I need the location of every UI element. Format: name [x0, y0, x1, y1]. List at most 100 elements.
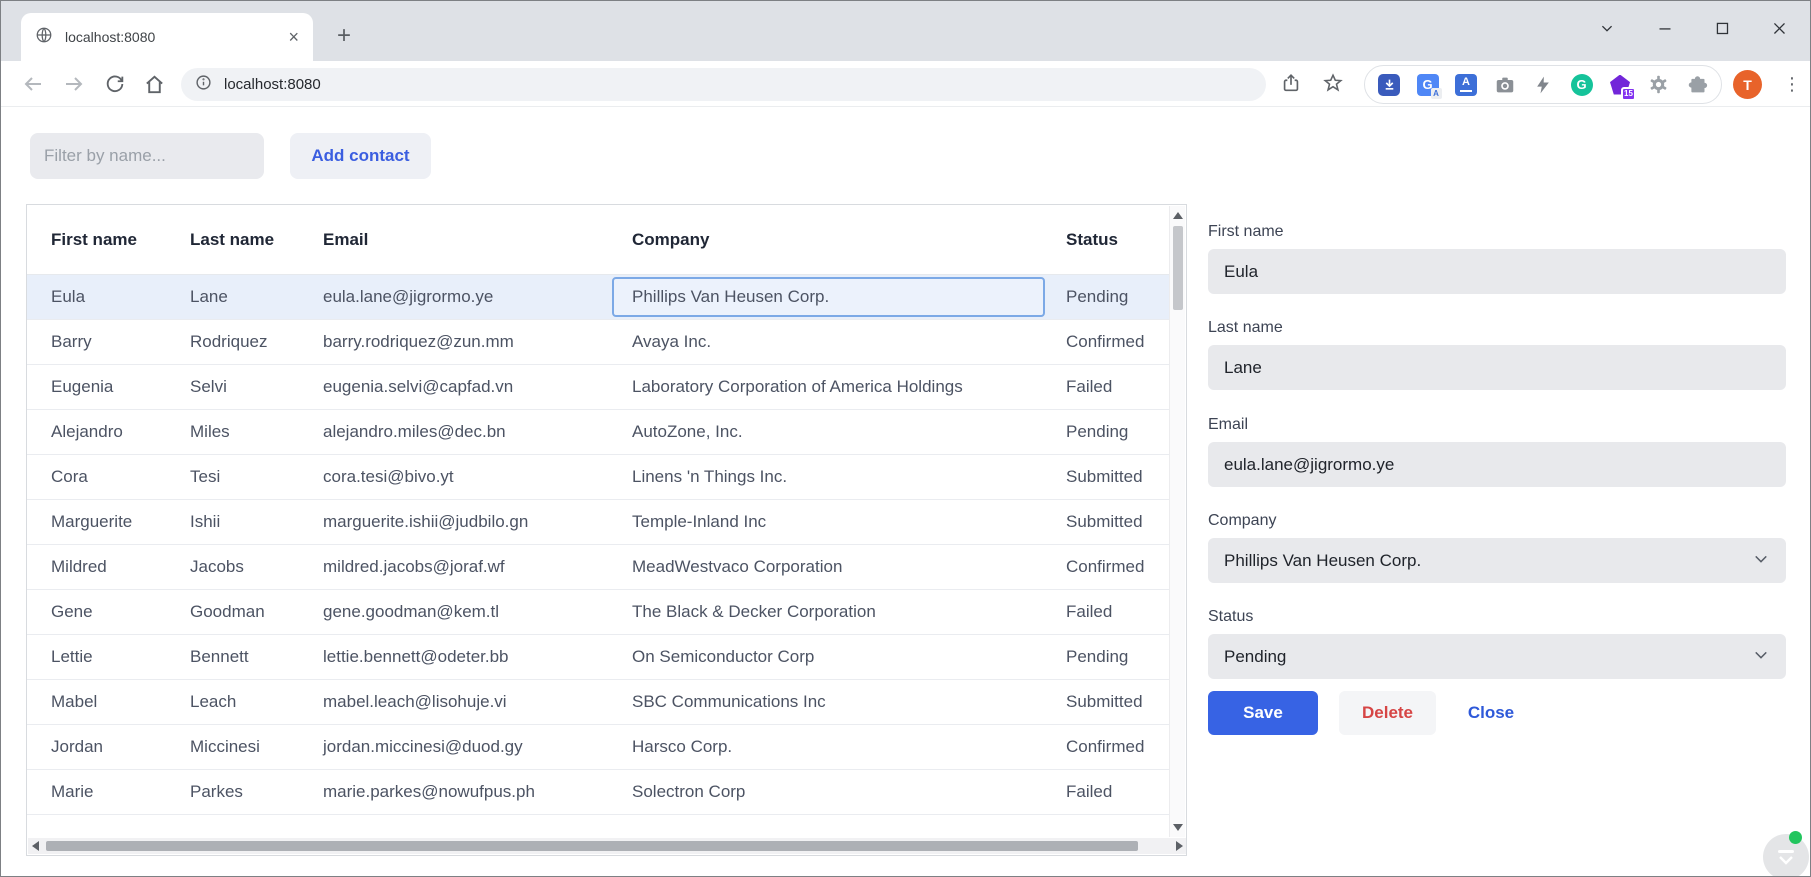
cell-last[interactable]: Rodriquez [190, 320, 323, 364]
browser-menu-icon[interactable]: ⋮ [1780, 71, 1804, 97]
cell-email[interactable]: marguerite.ishii@judbilo.gn [323, 500, 632, 544]
home-icon[interactable] [142, 72, 166, 96]
cell-status[interactable]: Confirmed [1066, 545, 1170, 589]
cell-first[interactable]: Marie [51, 770, 190, 814]
window-maximize-icon[interactable] [1707, 13, 1737, 43]
table-row[interactable]: Marguerite Ishii marguerite.ishii@judbilo.… [27, 500, 1170, 545]
scroll-up-arrow-icon[interactable] [1173, 212, 1183, 219]
table-row[interactable]: Alejandro Miles alejandro.miles@dec.bn Auto… [27, 410, 1170, 455]
cell-first[interactable]: Eula [51, 275, 190, 319]
cell-last[interactable]: Parkes [190, 770, 323, 814]
cell-status[interactable]: Pending [1066, 410, 1170, 454]
tab-close-icon[interactable]: × [288, 28, 299, 46]
delete-button[interactable]: Delete [1339, 691, 1436, 735]
add-contact-button[interactable]: Add contact [290, 133, 431, 179]
cell-status[interactable]: Confirmed [1066, 320, 1170, 364]
cell-email[interactable]: lettie.bennett@odeter.bb [323, 635, 632, 679]
table-row[interactable]: Eugenia Selvi eugenia.selvi@capfad.vn Labor… [27, 365, 1170, 410]
cell-first[interactable]: Mabel [51, 680, 190, 724]
cell-status[interactable]: Failed [1066, 770, 1170, 814]
cell-email[interactable]: jordan.miccinesi@duod.gy [323, 725, 632, 769]
vertical-scrollbar-thumb[interactable] [1173, 226, 1183, 310]
cell-email[interactable]: alejandro.miles@dec.bn [323, 410, 632, 454]
cell-last[interactable]: Jacobs [190, 545, 323, 589]
cell-first[interactable]: Alejandro [51, 410, 190, 454]
cell-status[interactable]: Submitted [1066, 455, 1170, 499]
cell-company[interactable]: Temple-Inland Inc [632, 500, 1066, 544]
cell-first[interactable]: Gene [51, 590, 190, 634]
share-icon[interactable] [1279, 71, 1303, 95]
devtools-widget[interactable] [1763, 834, 1809, 876]
cell-company[interactable]: MeadWestvaco Corporation [632, 545, 1066, 589]
download-extension-icon[interactable] [1377, 73, 1401, 97]
browser-tab[interactable]: localhost:8080 × [21, 13, 313, 61]
cell-last[interactable]: Selvi [190, 365, 323, 409]
cell-company[interactable]: On Semiconductor Corp [632, 635, 1066, 679]
grammarly-extension-icon[interactable]: G [1570, 73, 1594, 97]
cell-first[interactable]: Cora [51, 455, 190, 499]
cell-email[interactable]: marie.parkes@nowufpus.ph [323, 770, 632, 814]
table-row[interactable]: Barry Rodriquez barry.rodriquez@zun.mm Avay… [27, 320, 1170, 365]
cell-email[interactable]: eula.lane@jigrormo.ye [323, 275, 632, 319]
lightning-extension-icon[interactable] [1531, 73, 1555, 97]
cell-status[interactable]: Failed [1066, 590, 1170, 634]
camera-extension-icon[interactable] [1493, 73, 1517, 97]
filter-input[interactable] [30, 133, 264, 179]
cell-email[interactable]: barry.rodriquez@zun.mm [323, 320, 632, 364]
email-field[interactable] [1208, 442, 1786, 487]
cell-company[interactable]: Linens 'n Things Inc. [632, 455, 1066, 499]
cell-company[interactable]: Laboratory Corporation of America Holdin… [632, 365, 1066, 409]
cell-company[interactable]: The Black & Decker Corporation [632, 590, 1066, 634]
window-close-icon[interactable] [1764, 13, 1794, 43]
cell-first[interactable]: Marguerite [51, 500, 190, 544]
back-icon[interactable] [21, 72, 45, 96]
cell-email[interactable]: gene.goodman@kem.tl [323, 590, 632, 634]
table-row[interactable]: Jordan Miccinesi jordan.miccinesi@duod.gy H… [27, 725, 1170, 770]
window-minimize-icon[interactable] [1650, 13, 1680, 43]
close-button[interactable]: Close [1456, 691, 1526, 735]
cell-status[interactable]: Confirmed [1066, 725, 1170, 769]
cell-status[interactable]: Failed [1066, 365, 1170, 409]
table-row[interactable]: Cora Tesi cora.tesi@bivo.yt Linens 'n Thing… [27, 455, 1170, 500]
cell-company[interactable]: AutoZone, Inc. [632, 410, 1066, 454]
translate-extension-icon[interactable]: G A [1416, 73, 1442, 99]
cell-email[interactable]: eugenia.selvi@capfad.vn [323, 365, 632, 409]
cell-first[interactable]: Mildred [51, 545, 190, 589]
status-select[interactable]: Pending [1208, 634, 1786, 679]
scroll-right-arrow-icon[interactable] [1176, 841, 1183, 851]
cell-last[interactable]: Miles [190, 410, 323, 454]
gear-extension-icon[interactable] [1647, 73, 1671, 97]
cell-status[interactable]: Submitted [1066, 680, 1170, 724]
table-row[interactable]: Mabel Leach mabel.leach@lisohuje.vi SBC Com… [27, 680, 1170, 725]
cell-status[interactable]: Pending [1066, 275, 1170, 319]
cell-last[interactable]: Ishii [190, 500, 323, 544]
puzzle-extensions-icon[interactable] [1685, 73, 1709, 97]
cell-first[interactable]: Lettie [51, 635, 190, 679]
table-row[interactable]: Mildred Jacobs mildred.jacobs@joraf.wf Mead… [27, 545, 1170, 590]
address-bar[interactable]: localhost:8080 [181, 68, 1266, 101]
cell-last[interactable]: Bennett [190, 635, 323, 679]
reload-icon[interactable] [103, 72, 127, 96]
new-tab-button[interactable]: + [329, 21, 359, 51]
cell-first[interactable]: Eugenia [51, 365, 190, 409]
cell-email[interactable]: mabel.leach@lisohuje.vi [323, 680, 632, 724]
cell-last[interactable]: Tesi [190, 455, 323, 499]
table-row[interactable]: Lettie Bennett lettie.bennett@odeter.bb On … [27, 635, 1170, 680]
cell-first[interactable]: Barry [51, 320, 190, 364]
cell-last[interactable]: Goodman [190, 590, 323, 634]
cell-company[interactable]: Avaya Inc. [632, 320, 1066, 364]
profile-avatar[interactable]: T [1733, 70, 1762, 99]
cell-company[interactable]: Phillips Van Heusen Corp. [612, 275, 1066, 319]
cell-status[interactable]: Pending [1066, 635, 1170, 679]
company-select[interactable]: Phillips Van Heusen Corp. [1208, 538, 1786, 583]
last-name-field[interactable] [1208, 345, 1786, 390]
cell-first[interactable]: Jordan [51, 725, 190, 769]
cell-company[interactable]: Solectron Corp [632, 770, 1066, 814]
table-row[interactable]: Marie Parkes marie.parkes@nowufpus.ph Solec… [27, 770, 1170, 815]
table-row[interactable]: Gene Goodman gene.goodman@kem.tl The Black … [27, 590, 1170, 635]
cell-status[interactable]: Submitted [1066, 500, 1170, 544]
cell-last[interactable]: Lane [190, 275, 323, 319]
site-info-icon[interactable] [195, 74, 212, 96]
cell-company[interactable]: SBC Communications Inc [632, 680, 1066, 724]
table-row[interactable]: Eula Lane eula.lane@jigrormo.ye Phillips Va… [27, 275, 1170, 320]
